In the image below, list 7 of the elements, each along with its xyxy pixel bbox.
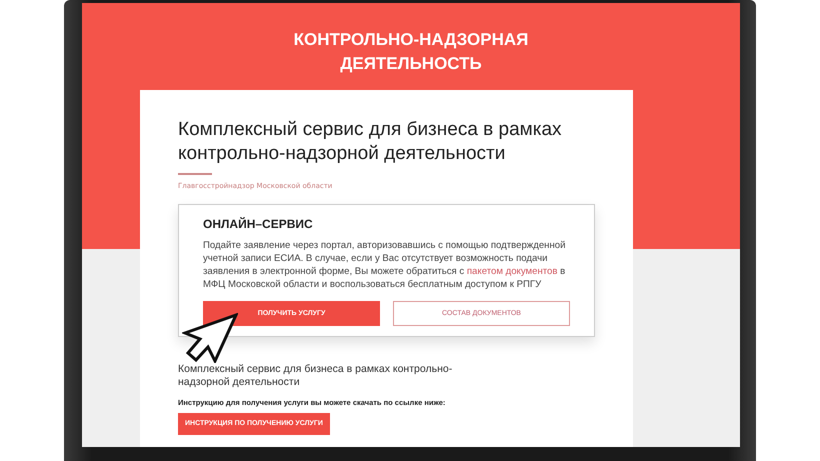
service-heading: Комплексный сервис для бизнеса в рамках контрольно-надзорной деятельности: [178, 118, 563, 166]
panel-title: ОНЛАЙН–СЕРВИС: [203, 217, 314, 231]
page-title: КОНТРОЛЬНО-НАДЗОРНАЯ ДЕЯТЕЛЬНОСТЬ: [292, 29, 530, 75]
documents-link[interactable]: пакетом документов: [466, 266, 558, 277]
service-description: Подайте заявление через портал, авторизовавшись с помощью подтвержденной учетной записи ЕСИА. В случае, если у Вас отсутствует возможность подачи заявления в электронной форме, Вы можете обратиться с пакетом документов в МФЦ Московской области и воспользоваться бесплатным доступом к РПГУ: [203, 239, 566, 291]
service-summary: Комплексный сервис для бизнеса в рамках контрольно-надзорной деятельности: [178, 363, 454, 389]
cursor-icon: [182, 313, 238, 363]
